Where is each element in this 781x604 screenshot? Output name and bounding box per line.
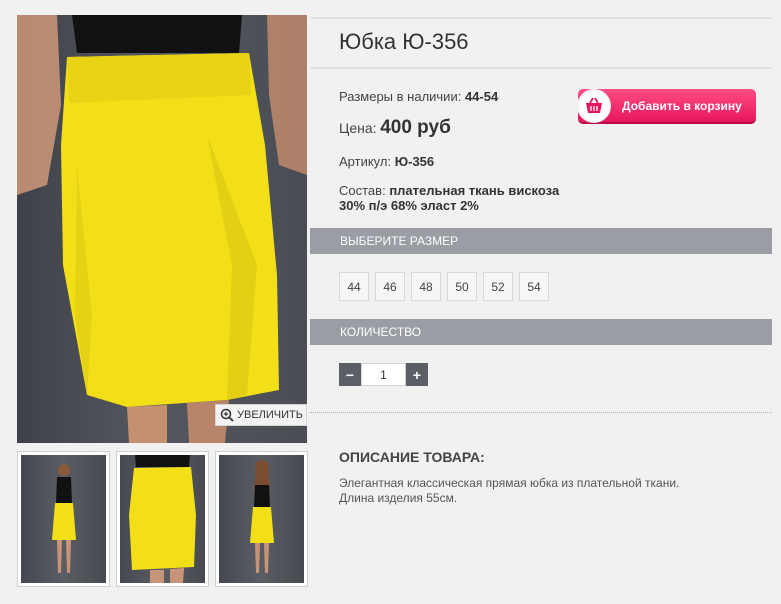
price-value: 400 руб [380,117,451,138]
description-title: ОПИСАНИЕ ТОВАРА: [339,449,485,465]
quantity-decrease-button[interactable]: − [339,363,361,386]
composition-line-1: плательная ткань вискоза [389,183,560,198]
product-title: Юбка Ю-356 [339,29,469,54]
description-line-1: Элегантная классическая прямая юбка из п… [339,476,680,490]
thumbnail-closeup[interactable] [116,451,209,587]
add-to-cart-label: Добавить в корзину [622,98,742,113]
description-line-2: Длина изделия 55см. [339,491,458,505]
quantity-section-header: КОЛИЧЕСТВО [310,319,772,345]
model-back-thumbnail-illustration [250,460,274,573]
magnifier-plus-icon [220,408,234,422]
quantity-increase-button[interactable]: + [406,363,428,386]
model-front-thumbnail-illustration [52,464,76,573]
sizes-available: Размеры в наличии: 44-54 [339,89,498,104]
size-options: 44 46 48 50 52 54 [339,272,549,301]
title-bar: Юбка Ю-356 [310,17,772,69]
article-label: Артикул: [339,154,392,169]
divider [310,412,772,413]
composition: Состав: плательная ткань вискоза 30% п/э… [339,183,559,213]
description-text: Элегантная классическая прямая юбка из п… [339,476,759,506]
composition-line-2: 30% п/э 68% эласт 2% [339,198,479,213]
sizes-available-label: Размеры в наличии: [339,89,462,104]
article-value: Ю-356 [394,154,435,169]
size-option-54[interactable]: 54 [519,272,549,301]
basket-icon [577,88,611,123]
thumbnail-front[interactable] [17,451,110,587]
quantity-input[interactable] [361,363,406,386]
skirt-photo-illustration [17,15,307,443]
article: Артикул: Ю-356 [339,154,434,169]
size-option-52[interactable]: 52 [483,272,513,301]
zoom-button[interactable]: УВЕЛИЧИТЬ [215,404,307,426]
price-label: Цена: [339,120,377,136]
size-option-50[interactable]: 50 [447,272,477,301]
price: Цена: 400 руб [339,117,451,139]
add-to-cart-button[interactable]: Добавить в корзину [577,88,756,123]
size-section-header: ВЫБЕРИТЕ РАЗМЕР [310,228,772,254]
skirt-closeup-thumbnail-illustration [129,455,196,583]
size-option-46[interactable]: 46 [375,272,405,301]
sizes-available-value: 44-54 [464,89,499,104]
thumbnail-back[interactable] [215,451,308,587]
size-option-48[interactable]: 48 [411,272,441,301]
size-option-44[interactable]: 44 [339,272,369,301]
thumbnail-strip [17,451,308,587]
zoom-label: УВЕЛИЧИТЬ [237,409,303,421]
quantity-stepper: − + [339,363,428,386]
main-product-image[interactable]: УВЕЛИЧИТЬ [17,15,307,443]
composition-label: Состав: [339,183,386,198]
